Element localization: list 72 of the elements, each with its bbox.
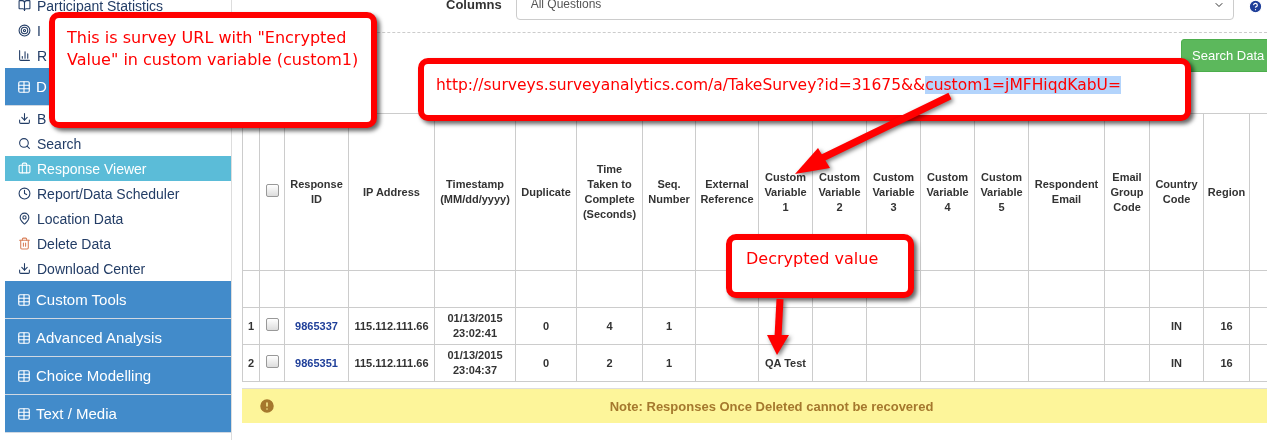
sidebar-icon [18,49,31,62]
sidebar-icon [18,262,31,275]
column-header: Custom Variable 3 [872,170,915,213]
sidebar-section[interactable]: Text / Media [5,395,231,433]
column-header: Duplicate [521,185,571,198]
sidebar-link[interactable]: Delete Data [5,231,115,256]
table-cell: 16 [1220,319,1233,332]
row-number: 2 [247,356,255,369]
help-icon [1247,0,1263,14]
checkbox[interactable] [265,317,279,331]
column-header: Country Code [1155,178,1198,205]
sidebar-link[interactable]: Search [5,131,86,156]
sidebar-icon [18,212,31,225]
note-text: Note: Responses Once Deleted cannot be recovered [608,398,935,414]
column-header: External Reference [700,178,754,205]
table-cell: 2 [606,356,613,369]
table-cell: IN [1171,319,1182,332]
column-header: Time Taken to Complete (Seconds) [582,163,637,220]
table-icon [17,79,31,94]
sidebar-icon [18,137,31,150]
column-header: Email Group Code [1110,170,1144,213]
survey-url: http://surveys.surveyanalytics.com/a/TakeSurvey?id=31675&&custom1=jMFHiqdKabU= [436,75,1122,96]
checkbox[interactable] [265,354,279,368]
table-cell: 1 [665,356,673,369]
sidebar-link[interactable]: I [5,18,45,43]
sidebar-link[interactable]: Report/Data Scheduler [5,181,184,206]
table-icon [17,330,31,345]
column-header: Region [1207,185,1246,198]
column-header: Custom Variable 5 [980,170,1023,213]
sidebar-icon [18,24,31,37]
sidebar-icon [18,0,31,12]
column-header: IP Address [363,185,420,198]
table-icon [17,406,31,421]
table-icon [17,368,31,383]
table-cell: 0 [542,319,550,332]
sidebar-link[interactable]: Participant Statistics [5,0,168,18]
sidebar-icon [18,237,31,250]
callout-text: This is survey URL with "Encrypted Value" in custom variable (custom1) [67,27,359,71]
sidebar-icon [18,162,31,175]
checkbox[interactable] [265,183,279,197]
column-header: Seq. Number [648,178,690,205]
sidebar-section[interactable]: Advanced Analysis [5,319,231,357]
column-header: Respondent Email [1034,178,1099,205]
column-header: Timestamp (MM/dd/yyyy) [440,178,510,205]
table-cell: 115.112.111.66 [354,356,429,369]
table-cell: 16 [1220,356,1233,369]
column-header: Custom Variable 1 [764,170,807,213]
sidebar-icon [18,187,31,200]
table-cell: 01/13/2015 23:04:37 [447,349,503,376]
sidebar-section[interactable]: Choice Modelling [5,357,231,395]
row-number: 1 [247,319,255,332]
columns-select[interactable]: All Questions [515,0,1234,20]
sidebar-icon [18,112,31,125]
columns-label: Columns [446,0,502,14]
sidebar-link[interactable]: R [5,43,52,68]
callout-text: Decrypted value [746,248,880,270]
table-icon [17,292,31,307]
sidebar-link[interactable]: B [5,106,51,131]
table-cell: 1 [665,319,673,332]
sidebar-link[interactable]: Download Center [5,256,150,281]
sidebar-section[interactable]: Custom Tools [5,281,231,319]
table-cell: IN [1171,356,1182,369]
column-header: Response ID [290,178,343,205]
column-header: Custom Variable 4 [926,170,969,213]
table-cell: 01/13/2015 23:02:41 [447,312,503,339]
warning-icon [258,397,276,415]
sidebar-link[interactable]: Location Data [5,206,128,231]
table-cell: 115.112.111.66 [354,319,429,332]
table-cell: 0 [542,356,550,369]
table-cell: QA Test [765,356,806,369]
column-header: Custom Variable 2 [818,170,861,213]
table-cell: 4 [606,319,613,332]
